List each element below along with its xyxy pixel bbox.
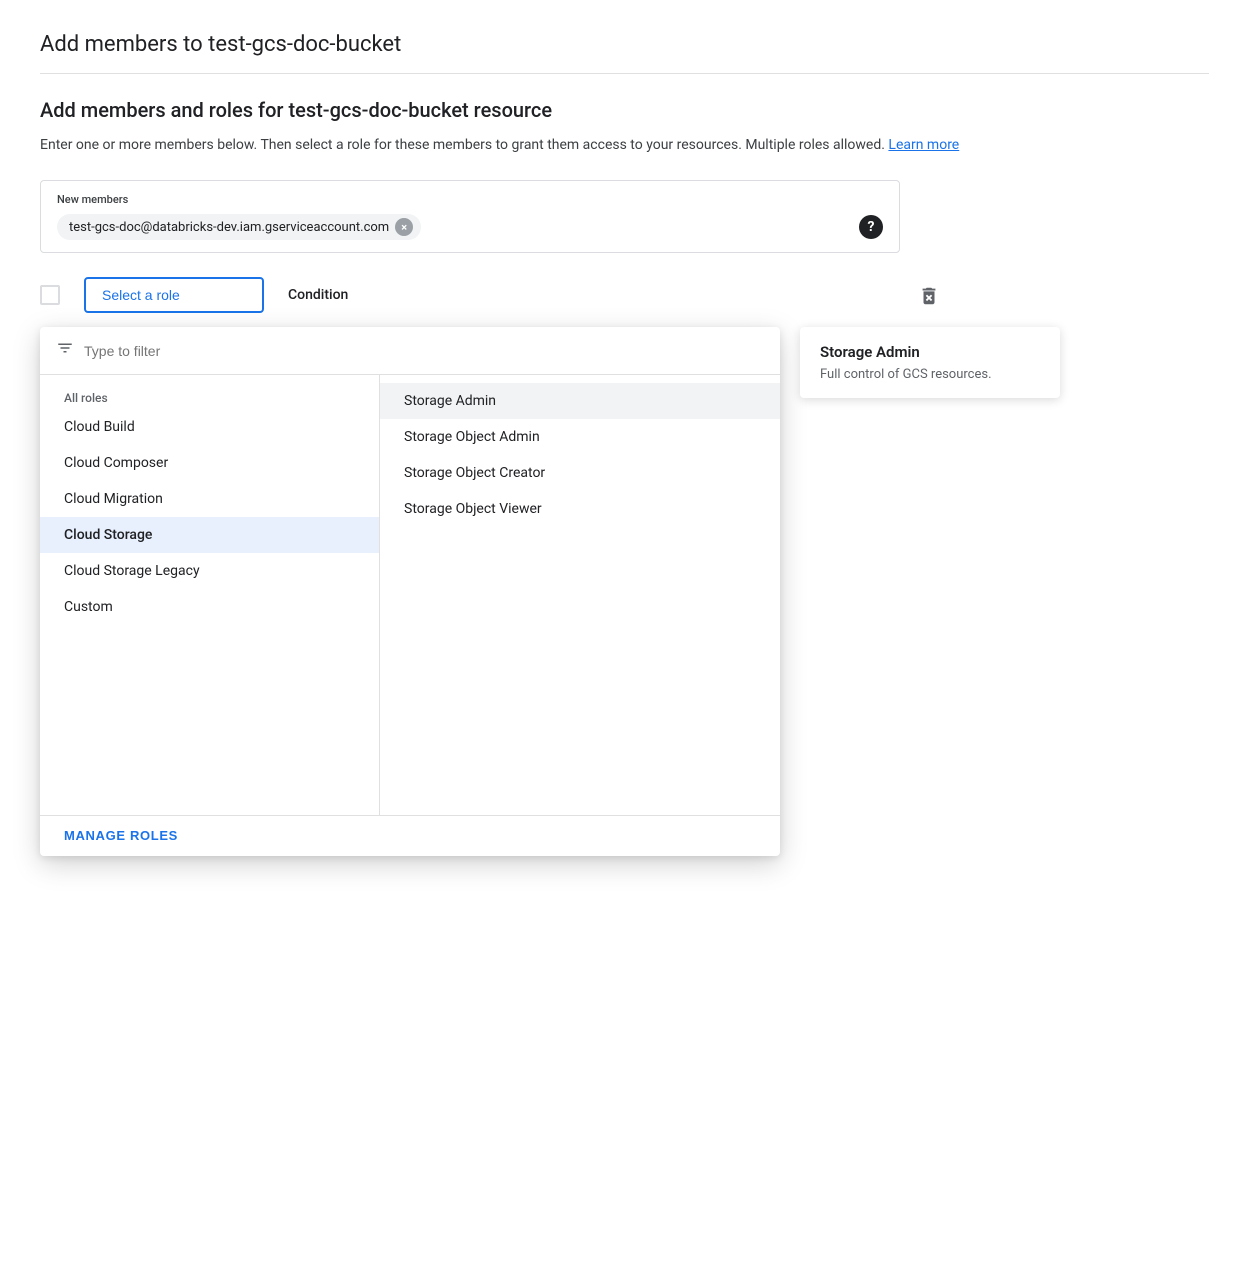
chip-email: test-gcs-doc@databricks-dev.iam.gservice… xyxy=(69,220,389,235)
left-item-custom[interactable]: Custom xyxy=(40,589,379,625)
right-item-storage-object-creator[interactable]: Storage Object Creator xyxy=(380,455,780,491)
role-row: Select a role Condition xyxy=(40,277,940,313)
left-panel: All roles Cloud Build Cloud Composer Clo… xyxy=(40,375,380,815)
left-item-cloud-composer[interactable]: Cloud Composer xyxy=(40,445,379,481)
dropdown-body: All roles Cloud Build Cloud Composer Clo… xyxy=(40,375,780,815)
left-panel-header: All roles xyxy=(40,383,379,409)
right-panel: Storage Admin Storage Object Admin Stora… xyxy=(380,375,780,815)
help-icon-button[interactable]: ? xyxy=(859,215,883,239)
section-title: Add members and roles for test-gcs-doc-b… xyxy=(40,98,1209,122)
filter-input[interactable] xyxy=(84,343,764,359)
left-item-cloud-migration[interactable]: Cloud Migration xyxy=(40,481,379,517)
filter-icon xyxy=(56,339,74,362)
chip-close-button[interactable]: × xyxy=(395,218,413,236)
condition-label: Condition xyxy=(288,277,348,303)
role-checkbox[interactable] xyxy=(40,285,60,305)
right-item-storage-object-viewer[interactable]: Storage Object Viewer xyxy=(380,491,780,527)
tooltip-title: Storage Admin xyxy=(820,343,1040,361)
left-item-cloud-storage-legacy[interactable]: Cloud Storage Legacy xyxy=(40,553,379,589)
delete-role-button[interactable] xyxy=(918,277,940,312)
page-title: Add members to test-gcs-doc-bucket xyxy=(40,32,1209,74)
right-item-storage-object-admin[interactable]: Storage Object Admin xyxy=(380,419,780,455)
role-section: Select a role Condition All roles Cloud … xyxy=(40,277,1209,313)
description: Enter one or more members below. Then se… xyxy=(40,134,1209,156)
filter-row xyxy=(40,327,780,375)
dropdown-footer: MANAGE ROLES xyxy=(40,815,780,856)
right-item-storage-admin[interactable]: Storage Admin xyxy=(380,383,780,419)
learn-more-link[interactable]: Learn more xyxy=(888,137,959,153)
left-item-cloud-storage[interactable]: Cloud Storage xyxy=(40,517,379,553)
tooltip-description: Full control of GCS resources. xyxy=(820,367,1040,382)
left-item-cloud-build[interactable]: Cloud Build xyxy=(40,409,379,445)
member-chip: test-gcs-doc@databricks-dev.iam.gservice… xyxy=(57,214,421,240)
members-input-row: test-gcs-doc@databricks-dev.iam.gservice… xyxy=(57,214,883,240)
select-role-button[interactable]: Select a role xyxy=(84,277,264,313)
members-label: New members xyxy=(57,193,883,206)
role-dropdown: All roles Cloud Build Cloud Composer Clo… xyxy=(40,327,780,856)
manage-roles-button[interactable]: MANAGE ROLES xyxy=(64,828,178,843)
members-field-wrapper: New members test-gcs-doc@databricks-dev.… xyxy=(40,180,900,253)
tooltip-card: Storage Admin Full control of GCS resour… xyxy=(800,327,1060,398)
